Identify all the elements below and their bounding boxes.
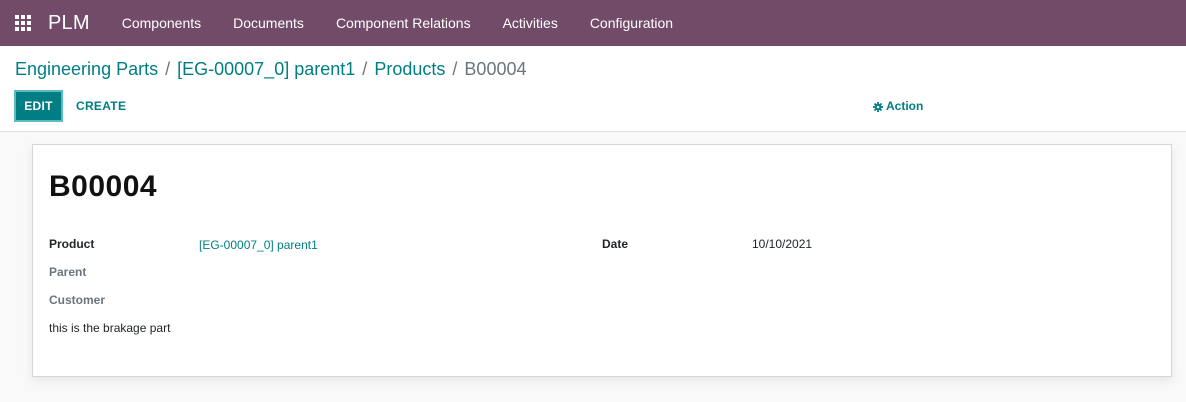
gear-icon: [873, 101, 883, 112]
form-sheet: B00004 Product [EG-00007_0] parent1 Pare…: [32, 144, 1172, 377]
customer-label: Customer: [49, 293, 106, 307]
breadcrumb-engineering-parts[interactable]: Engineering Parts: [15, 59, 158, 79]
breadcrumb-current: B00004: [464, 59, 527, 79]
breadcrumb-separator: /: [165, 59, 171, 79]
product-label: Product: [49, 237, 95, 251]
product-value-link[interactable]: [EG-00007_0] parent1: [199, 238, 318, 252]
action-dropdown-button[interactable]: Action: [873, 99, 923, 113]
breadcrumb-separator: /: [362, 59, 368, 79]
breadcrumb-separator: /: [452, 59, 458, 79]
top-navbar: PLM Components Documents Component Relat…: [0, 0, 1186, 46]
edit-button[interactable]: EDIT: [14, 90, 63, 122]
control-panel: Engineering Parts / [EG-00007_0] parent1…: [0, 46, 1186, 132]
create-button[interactable]: CREATE: [76, 99, 126, 113]
breadcrumb-products[interactable]: Products: [374, 59, 445, 79]
nav-configuration[interactable]: Configuration: [574, 0, 689, 46]
breadcrumb-parent-component[interactable]: [EG-00007_0] parent1: [177, 59, 355, 79]
action-label: Action: [886, 99, 924, 113]
date-label: Date: [602, 237, 629, 251]
date-value: 10/10/2021: [752, 237, 813, 251]
nav-documents[interactable]: Documents: [217, 0, 320, 46]
description-text: this is the brakage part: [49, 321, 171, 335]
app-brand[interactable]: PLM: [48, 12, 90, 35]
nav-component-relations[interactable]: Component Relations: [320, 0, 487, 46]
parent-label: Parent: [49, 265, 87, 279]
record-title: B00004: [49, 170, 158, 203]
breadcrumb: Engineering Parts / [EG-00007_0] parent1…: [15, 59, 526, 80]
nav-activities[interactable]: Activities: [487, 0, 574, 46]
nav-components[interactable]: Components: [106, 0, 217, 46]
apps-menu-icon[interactable]: [0, 0, 46, 46]
